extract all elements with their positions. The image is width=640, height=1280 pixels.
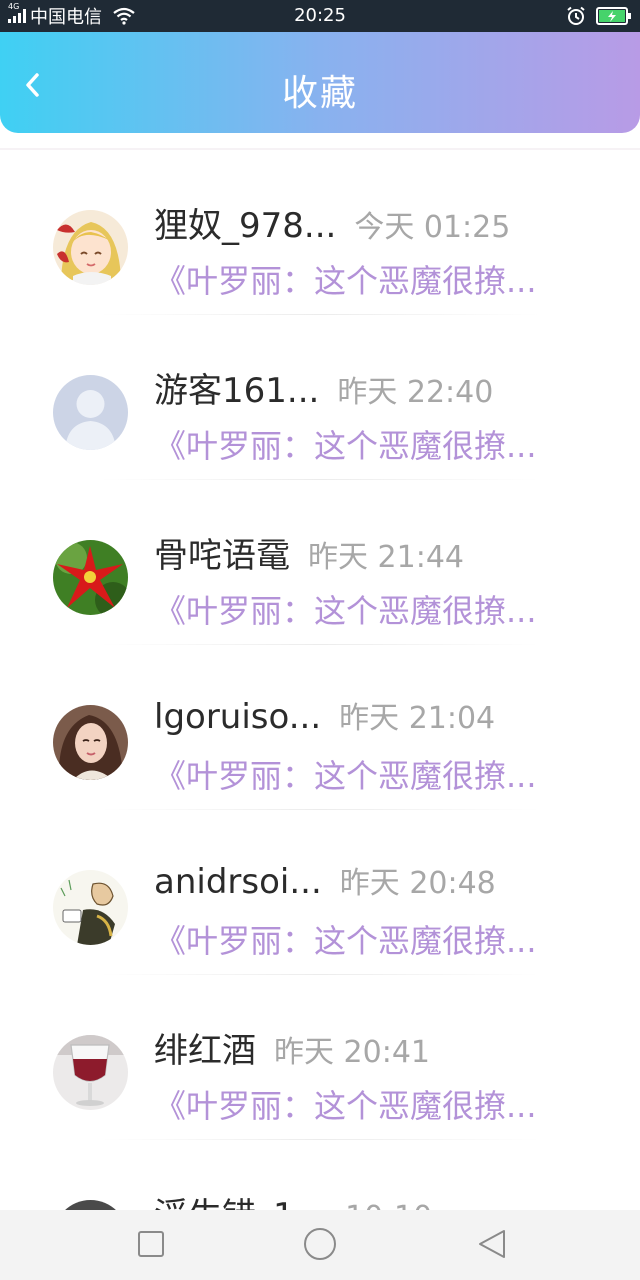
page-title: 收藏 xyxy=(281,73,358,114)
list-item[interactable]: lgoruiso... 昨天 21:04 《叶罗丽：这个恶魔很撩... xyxy=(0,645,640,810)
default-user-avatar[interactable] xyxy=(53,375,128,450)
list-item[interactable]: anidrsoi... 昨天 20:48 《叶罗丽：这个恶魔很撩... xyxy=(0,810,640,975)
name-row: 狸奴_978... 今天 01:25 xyxy=(154,198,510,247)
list-item[interactable]: 游客161... 昨天 22:40 《叶罗丽：这个恶魔很撩... xyxy=(0,315,640,480)
header-bar: 收藏 xyxy=(0,32,640,133)
wine-glass-avatar[interactable] xyxy=(53,1035,128,1110)
girl-photo-avatar[interactable] xyxy=(53,705,128,780)
triangle-back-icon[interactable] xyxy=(474,1226,510,1262)
list-item[interactable]: 绯红酒 昨天 20:41 《叶罗丽：这个恶魔很撩... xyxy=(0,975,640,1140)
sketch-character-avatar[interactable] xyxy=(53,870,128,945)
status-time: 20:25 xyxy=(294,5,346,26)
book-title-link[interactable]: 《叶罗丽：这个恶魔很撩... xyxy=(154,256,564,302)
square-icon[interactable] xyxy=(133,1226,169,1262)
navigation-bar xyxy=(0,1210,640,1280)
timestamp: 昨天 20:41 xyxy=(274,1035,430,1070)
user-name: lgoruiso... xyxy=(154,697,322,737)
user-name: 浮生错_1... xyxy=(154,1188,327,1212)
favorites-list: 狸奴_978... 今天 01:25 《叶罗丽：这个恶魔很撩... 游客161.… xyxy=(0,148,640,1212)
user-name: 骨咤语鼋 xyxy=(154,536,290,576)
status-bar: 4G 中国电信 20:25 xyxy=(0,0,640,32)
user-name: anidrsoi... xyxy=(154,862,322,902)
user-name: 绯红酒 xyxy=(154,1031,256,1071)
user-name: 狸奴_978... xyxy=(154,206,337,246)
list-item[interactable]: 骨咤语鼋 昨天 21:44 《叶罗丽：这个恶魔很撩... xyxy=(0,480,640,645)
book-title-link[interactable]: 《叶罗丽：这个恶魔很撩... xyxy=(154,1081,564,1127)
timestamp: 昨天 20:48 xyxy=(339,866,496,901)
anime-girl-avatar[interactable] xyxy=(53,210,128,285)
timestamp: 昨天 21:44 xyxy=(308,540,464,575)
battery-icon xyxy=(596,7,631,25)
book-title-link[interactable]: 《叶罗丽：这个恶魔很撩... xyxy=(154,586,564,632)
circle-icon[interactable] xyxy=(302,1226,338,1262)
name-row: anidrsoi... 昨天 20:48 xyxy=(154,858,496,902)
book-title-link[interactable]: 《叶罗丽：这个恶魔很撩... xyxy=(154,421,564,467)
red-flower-avatar[interactable] xyxy=(53,540,128,615)
name-row: 游客161... 昨天 22:40 xyxy=(154,363,493,412)
book-title-link[interactable]: 《叶罗丽：这个恶魔很撩... xyxy=(154,916,564,962)
name-row: 绯红酒 昨天 20:41 xyxy=(154,1023,430,1072)
timestamp: 昨天 22:40 xyxy=(337,375,494,410)
name-row: lgoruiso... 昨天 21:04 xyxy=(154,693,495,737)
timestamp: 今天 01:25 xyxy=(354,210,511,245)
alarm-icon xyxy=(567,6,585,25)
name-row: 骨咤语鼋 昨天 21:44 xyxy=(154,528,464,577)
list-item[interactable]: 狸奴_978... 今天 01:25 《叶罗丽：这个恶魔很撩... xyxy=(0,150,640,315)
timestamp: 昨天 21:04 xyxy=(339,701,496,736)
user-name: 游客161... xyxy=(154,371,320,411)
list-item[interactable]: 浮生错_1... 10-10 xyxy=(0,1140,640,1212)
status-right xyxy=(566,5,632,27)
name-row: 浮生错_1... 10-10 xyxy=(154,1188,432,1212)
book-title-link[interactable]: 《叶罗丽：这个恶魔很撩... xyxy=(154,751,564,797)
